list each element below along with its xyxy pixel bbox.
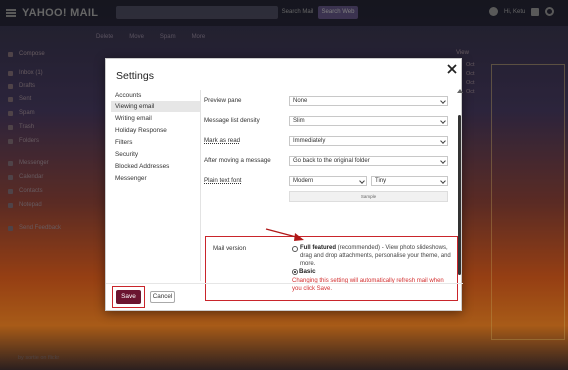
- font-size-value: Tiny: [375, 178, 387, 184]
- scroll-up-icon[interactable]: [457, 89, 463, 93]
- density-label: Message list density: [204, 117, 260, 124]
- refresh-warning: Changing this setting will automatically…: [292, 278, 444, 292]
- scroll-thumb[interactable]: [458, 115, 461, 275]
- mark-as-read-select[interactable]: Immediately: [289, 136, 448, 146]
- mail-version-section: Mail version Full featured (recommended)…: [205, 236, 458, 301]
- font-sample: Sample: [289, 191, 448, 202]
- settings-dialog: Settings Accounts Viewing email Writing …: [105, 58, 463, 311]
- font-family-select[interactable]: Modern: [289, 176, 367, 186]
- full-featured-title: Full featured: [300, 245, 337, 251]
- nav-item-messenger[interactable]: Messenger: [111, 173, 200, 184]
- basic-option-title[interactable]: Basic: [299, 268, 316, 275]
- nav-item-blocked-addresses[interactable]: Blocked Addresses: [111, 161, 200, 172]
- mark-as-read-label: Mark as read: [204, 137, 241, 144]
- font-family-value: Modern: [293, 178, 314, 184]
- preview-pane-value: None: [293, 98, 308, 104]
- dialog-title: Settings: [116, 70, 154, 82]
- footer-divider: [106, 283, 463, 284]
- save-highlight: Save: [112, 286, 145, 308]
- viewing-email-settings: Preview pane None Message list density S…: [204, 89, 458, 301]
- chevron-down-icon: [440, 138, 446, 144]
- nav-item-accounts[interactable]: Accounts: [111, 90, 200, 101]
- chevron-down-icon: [359, 178, 365, 184]
- density-value: Slim: [293, 118, 305, 124]
- full-featured-radio[interactable]: [292, 246, 298, 252]
- basic-radio[interactable]: [292, 269, 298, 275]
- preview-pane-label: Preview pane: [204, 97, 242, 104]
- settings-nav: Accounts Viewing email Writing email Hol…: [111, 90, 201, 281]
- preview-pane-select[interactable]: None: [289, 96, 448, 106]
- nav-item-writing-email[interactable]: Writing email: [111, 113, 200, 124]
- cancel-button[interactable]: Cancel: [150, 291, 175, 303]
- nav-item-holiday-response[interactable]: Holiday Response: [111, 125, 200, 136]
- after-moving-label: After moving a message: [204, 157, 271, 164]
- nav-item-security[interactable]: Security: [111, 149, 200, 160]
- font-size-select[interactable]: Tiny: [371, 176, 448, 186]
- chevron-down-icon: [440, 98, 446, 104]
- chevron-down-icon: [440, 158, 446, 164]
- close-button[interactable]: [446, 63, 458, 75]
- chevron-down-icon: [440, 178, 446, 184]
- nav-item-viewing-email[interactable]: Viewing email: [111, 101, 200, 112]
- mail-version-label: Mail version: [213, 245, 247, 252]
- density-select[interactable]: Slim: [289, 116, 448, 126]
- after-moving-select[interactable]: Go back to the original folder: [289, 156, 448, 166]
- chevron-down-icon: [440, 118, 446, 124]
- close-icon: [447, 64, 457, 74]
- annotation-arrow-icon: [265, 228, 304, 241]
- scrollbar[interactable]: [457, 89, 463, 279]
- save-button[interactable]: Save: [116, 290, 141, 304]
- after-moving-value: Go back to the original folder: [293, 158, 370, 164]
- nav-item-filters[interactable]: Filters: [111, 137, 200, 148]
- full-featured-option[interactable]: Full featured (recommended) - View photo…: [300, 244, 456, 268]
- plain-text-font-label: Plain text font: [204, 177, 242, 184]
- mark-as-read-value: Immediately: [293, 138, 326, 144]
